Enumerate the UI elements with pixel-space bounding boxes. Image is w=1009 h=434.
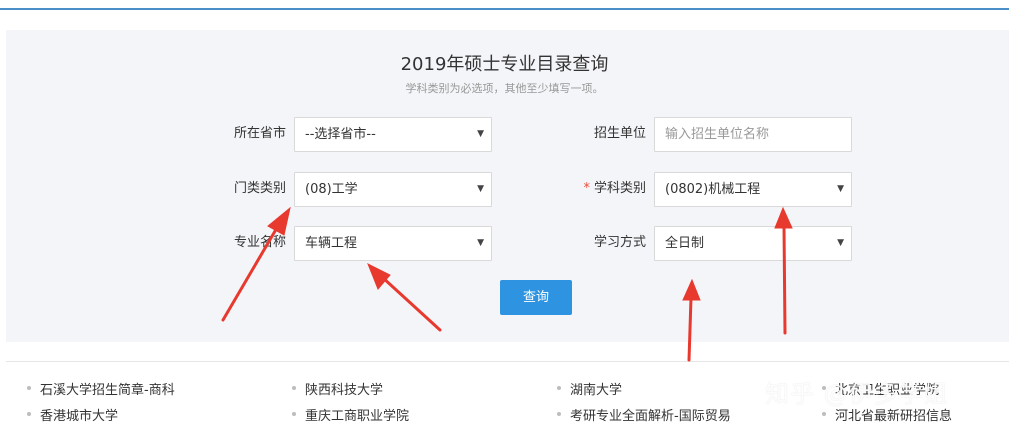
bullet-icon xyxy=(822,412,826,416)
list-item-link[interactable]: 陕西科技大学 xyxy=(305,379,383,398)
list-item-link[interactable]: 香港城市大学 xyxy=(40,405,118,424)
discipline-label: 学科类别 xyxy=(593,181,646,196)
major-select[interactable]: 车辆工程 ▼ xyxy=(294,226,492,261)
chevron-down-icon: ▼ xyxy=(837,238,844,248)
study-mode-select[interactable]: 全日制 ▼ xyxy=(654,226,852,261)
zhihu-watermark: 知乎 @伊多学姐 xyxy=(765,380,949,408)
discipline-select[interactable]: (0802)机械工程 ▼ xyxy=(654,172,852,207)
chevron-down-icon: ▼ xyxy=(837,184,844,194)
page-title: 2019年硕士专业目录查询 xyxy=(400,54,609,75)
chevron-down-icon: ▼ xyxy=(477,129,484,139)
bullet-icon xyxy=(557,412,561,416)
chevron-down-icon: ▼ xyxy=(477,238,484,248)
unit-label: 招生单位 xyxy=(593,126,646,141)
top-divider xyxy=(0,8,1009,10)
discipline-select-value: (0802)机械工程 xyxy=(665,182,761,197)
bullet-icon xyxy=(27,412,31,416)
bullet-icon xyxy=(292,412,296,416)
list-item-link[interactable]: 湖南大学 xyxy=(570,379,622,398)
chevron-down-icon: ▼ xyxy=(477,184,484,194)
unit-input[interactable]: 输入招生单位名称 xyxy=(654,117,852,152)
major-label: 专业名称 xyxy=(233,235,286,250)
category-select[interactable]: (08)工学 ▼ xyxy=(294,172,492,207)
study-mode-label: 学习方式 xyxy=(593,235,646,250)
links-divider xyxy=(6,361,1009,362)
province-label: 所在省市 xyxy=(233,126,286,141)
study-mode-select-value: 全日制 xyxy=(665,236,705,251)
category-select-value: (08)工学 xyxy=(305,182,358,197)
province-select[interactable]: --选择省市-- ▼ xyxy=(294,117,492,152)
query-button[interactable]: 查询 xyxy=(500,280,572,315)
major-select-value: 车辆工程 xyxy=(305,236,358,251)
unit-input-placeholder: 输入招生单位名称 xyxy=(665,127,770,142)
bullet-icon xyxy=(557,386,561,390)
required-mark: * xyxy=(583,181,590,196)
discipline-label-wrap: * 学科类别 xyxy=(560,179,646,199)
province-select-value: --选择省市-- xyxy=(305,127,376,142)
list-item-link[interactable]: 考研专业全面解析-国际贸易 xyxy=(570,405,731,424)
page-subtitle: 学科类别为必选项，其他至少填写一项。 xyxy=(405,82,604,95)
category-label: 门类类别 xyxy=(233,181,286,196)
bullet-icon xyxy=(27,386,31,390)
bullet-icon xyxy=(292,386,296,390)
list-item-link[interactable]: 石溪大学招生简章-商科 xyxy=(40,379,175,398)
list-item-link[interactable]: 重庆工商职业学院 xyxy=(305,405,409,424)
